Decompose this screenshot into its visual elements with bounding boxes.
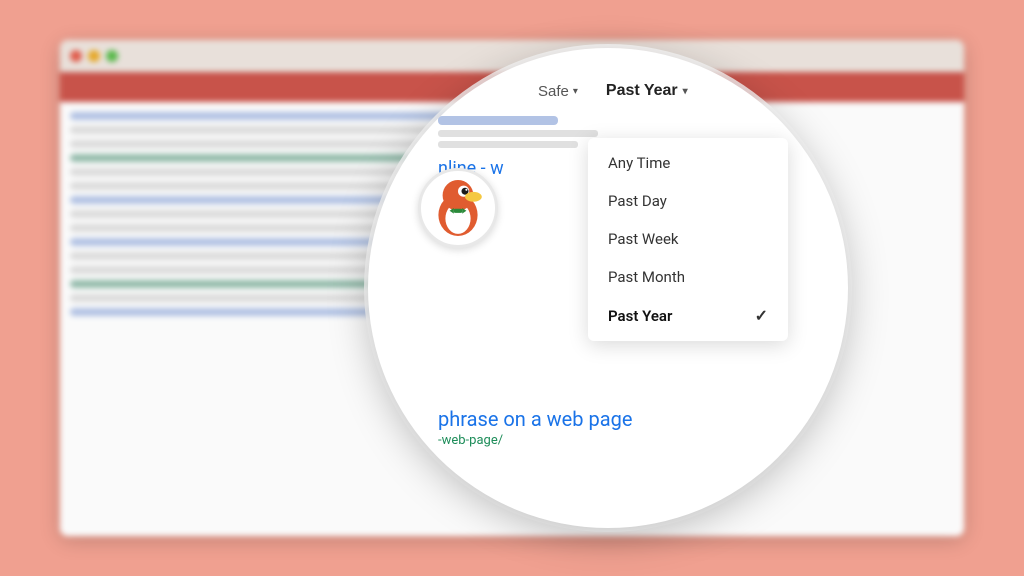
dropdown-menu: Any Time Past Day Past Week Past Month P… [588,138,788,341]
filter-row: Safe ▾ Past Year ▾ World [428,78,828,104]
selected-checkmark-icon: ✓ [755,306,768,325]
magnifier-circle: Safe ▾ Past Year ▾ World nline - w Any T… [368,48,848,528]
dropdown-option-label: Past Day [608,192,667,210]
safe-chevron-icon: ▾ [573,86,578,97]
safe-filter-button[interactable]: Safe ▾ [530,79,586,104]
dropdown-option-past-week[interactable]: Past Week [588,220,788,258]
content-line [70,154,424,162]
duckduckgo-logo [418,168,498,248]
world-label: World [767,82,808,101]
traffic-light-yellow [88,50,100,62]
dropdown-option-any-time[interactable]: Any Time [588,144,788,182]
magnifier-inner: Safe ▾ Past Year ▾ World nline - w Any T… [428,78,828,508]
date-chevron-icon: ▾ [683,86,688,97]
dropdown-option-past-day[interactable]: Past Day [588,182,788,220]
safe-filter-label: Safe [538,83,569,100]
dropdown-option-label: Past Week [608,230,679,248]
dropdown-option-label: Past Month [608,268,685,286]
traffic-light-red [70,50,82,62]
big-result-title: phrase on a web page [438,407,828,431]
date-filter-label: Past Year [606,82,678,100]
dropdown-option-past-year[interactable]: Past Year ✓ [588,296,788,335]
dropdown-option-label: Past Year [608,307,672,325]
traffic-light-green [106,50,118,62]
bottom-result: phrase on a web page -web-page/ [428,407,828,458]
date-filter-button[interactable]: Past Year ▾ [598,78,696,104]
dropdown-option-past-month[interactable]: Past Month [588,258,788,296]
dropdown-option-label: Any Time [608,154,670,172]
big-result-url: -web-page/ [438,433,828,448]
